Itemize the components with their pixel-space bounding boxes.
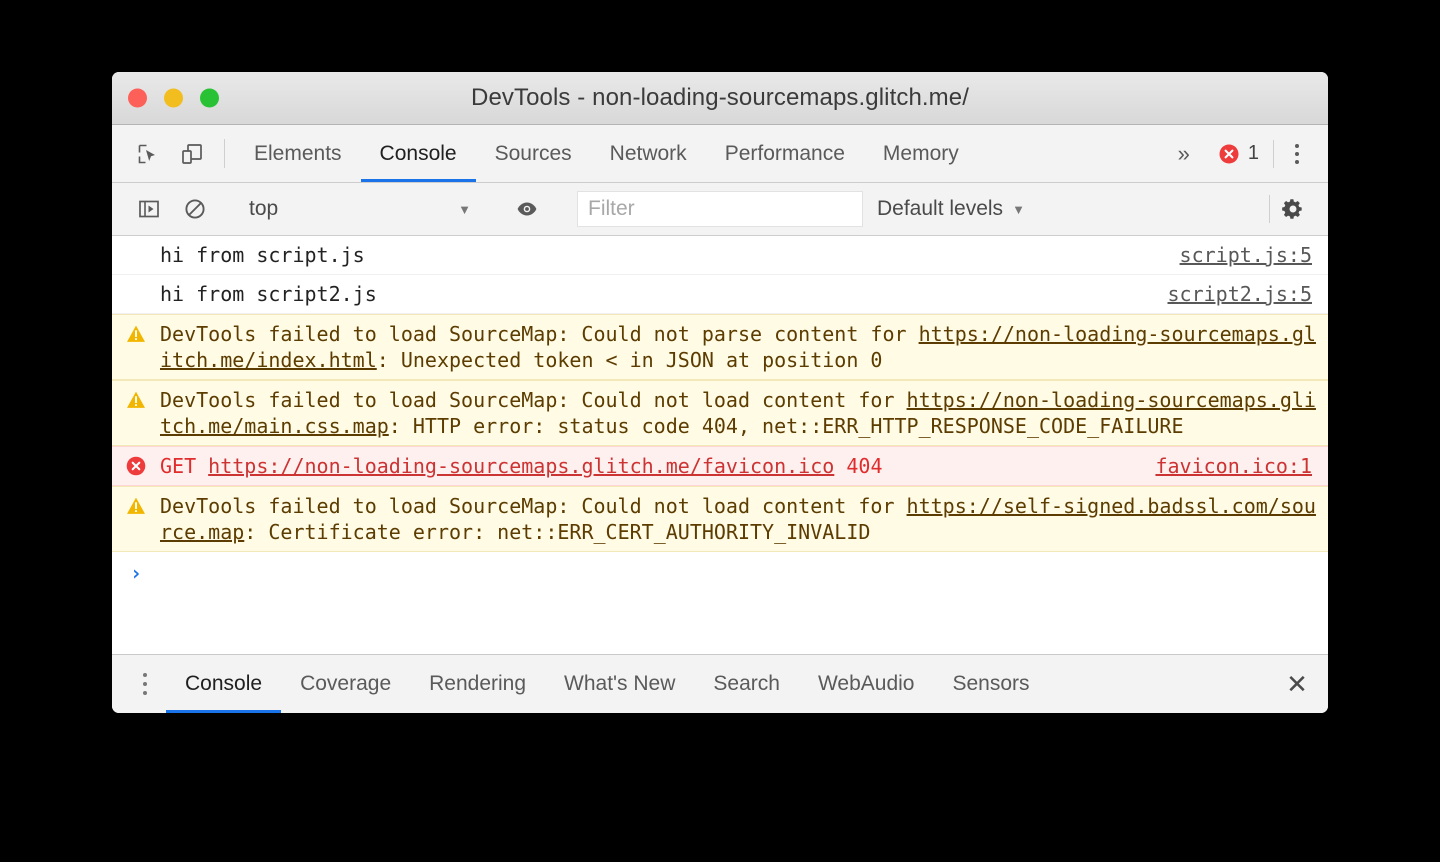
warning-icon xyxy=(125,495,147,517)
panel-tab-bar: Elements Console Sources Network Perform… xyxy=(112,125,1328,183)
drawer-tab-search[interactable]: Search xyxy=(694,655,799,713)
drawer-tab-label: Coverage xyxy=(300,672,391,696)
window-title: DevTools - non-loading-sourcemaps.glitch… xyxy=(112,84,1328,112)
device-toolbar-icon[interactable] xyxy=(170,125,214,182)
drawer-tab-rendering[interactable]: Rendering xyxy=(410,655,545,713)
drawer-tab-label: Search xyxy=(713,672,780,696)
tab-performance[interactable]: Performance xyxy=(706,125,864,182)
drawer-tab-label: Console xyxy=(185,672,262,696)
toolbar-divider xyxy=(224,139,225,168)
console-message-log[interactable]: hi from script.js script.js:5 xyxy=(112,236,1328,275)
message-text-part: DevTools failed to load SourceMap: Could… xyxy=(160,388,907,412)
console-message-warning[interactable]: DevTools failed to load SourceMap: Could… xyxy=(112,486,1328,552)
log-level-label: Default levels xyxy=(877,197,1003,221)
message-text-part: DevTools failed to load SourceMap: Could… xyxy=(160,322,919,346)
drawer-tab-coverage[interactable]: Coverage xyxy=(281,655,410,713)
filter-placeholder: Filter xyxy=(588,197,635,221)
drawer-tab-webaudio[interactable]: WebAudio xyxy=(799,655,934,713)
console-message-warning[interactable]: DevTools failed to load SourceMap: Could… xyxy=(112,380,1328,446)
main-menu-icon[interactable] xyxy=(1274,144,1320,164)
console-sidebar-icon[interactable] xyxy=(126,197,172,221)
request-url[interactable]: https://non-loading-sourcemaps.glitch.me… xyxy=(208,454,834,478)
tab-label: Elements xyxy=(254,142,342,166)
log-level-selector[interactable]: Default levels ▼ xyxy=(877,197,1025,221)
request-method: GET xyxy=(160,454,196,478)
close-window-button[interactable] xyxy=(128,89,147,108)
clear-console-icon[interactable] xyxy=(172,197,218,221)
console-prompt-row[interactable]: › xyxy=(112,552,1328,594)
tab-label: Memory xyxy=(883,142,959,166)
console-toolbar-actions xyxy=(1269,195,1316,223)
message-text: DevTools failed to load SourceMap: Could… xyxy=(160,493,1328,545)
warning-icon xyxy=(125,389,147,411)
drawer-tab-bar: Console Coverage Rendering What's New Se… xyxy=(112,654,1328,713)
console-toolbar: top ▼ Filter Default levels ▼ xyxy=(112,183,1328,236)
panel-tabbar-actions: » 1 xyxy=(1164,125,1328,182)
tab-console[interactable]: Console xyxy=(361,125,476,182)
execution-context-selector[interactable]: top ▼ xyxy=(239,197,483,221)
message-icon-gutter xyxy=(112,281,160,283)
message-icon-gutter xyxy=(112,453,160,477)
message-text-part: : Certificate error: net::ERR_CERT_AUTHO… xyxy=(244,520,870,544)
tab-label: Sources xyxy=(495,142,572,166)
drawer-tab-whats-new[interactable]: What's New xyxy=(545,655,694,713)
message-text-part: DevTools failed to load SourceMap: Could… xyxy=(160,494,907,518)
message-icon-gutter xyxy=(112,493,160,517)
tab-network[interactable]: Network xyxy=(591,125,706,182)
drawer-menu-icon[interactable] xyxy=(124,655,166,713)
live-expression-icon[interactable] xyxy=(504,197,550,221)
close-drawer-icon[interactable]: ✕ xyxy=(1266,655,1328,713)
error-count-label: 1 xyxy=(1248,142,1259,165)
tab-elements[interactable]: Elements xyxy=(235,125,361,182)
console-message-log[interactable]: hi from script2.js script2.js:5 xyxy=(112,275,1328,314)
devtools-window: DevTools - non-loading-sourcemaps.glitch… xyxy=(112,72,1328,713)
drawer-tab-console[interactable]: Console xyxy=(166,655,281,713)
error-icon xyxy=(1218,143,1240,165)
minimize-window-button[interactable] xyxy=(164,89,183,108)
error-count-badge[interactable]: 1 xyxy=(1204,142,1273,165)
drawer-tab-sensors[interactable]: Sensors xyxy=(933,655,1048,713)
window-controls xyxy=(128,89,219,108)
tab-label: Performance xyxy=(725,142,845,166)
message-text: hi from script2.js xyxy=(160,281,1168,307)
tab-label: Network xyxy=(610,142,687,166)
console-message-list[interactable]: hi from script.js script.js:5 hi from sc… xyxy=(112,236,1328,654)
error-icon xyxy=(125,455,147,477)
status-code: 404 xyxy=(846,454,882,478)
title-bar: DevTools - non-loading-sourcemaps.glitch… xyxy=(112,72,1328,125)
message-text: hi from script.js xyxy=(160,242,1180,268)
drawer-tab-label: Sensors xyxy=(952,672,1029,696)
drawer-tab-label: Rendering xyxy=(429,672,526,696)
message-text-part: : HTTP error: status code 404, net::ERR_… xyxy=(389,414,1184,438)
panel-tabs: Elements Console Sources Network Perform… xyxy=(235,125,978,182)
chevron-down-icon: ▼ xyxy=(1012,202,1025,217)
zoom-window-button[interactable] xyxy=(200,89,219,108)
drawer-tab-label: What's New xyxy=(564,672,675,696)
message-icon-gutter xyxy=(112,242,160,244)
inspect-element-icon[interactable] xyxy=(126,125,170,182)
execution-context-value: top xyxy=(249,197,278,221)
message-text: DevTools failed to load SourceMap: Could… xyxy=(160,321,1328,373)
tab-memory[interactable]: Memory xyxy=(864,125,978,182)
tab-sources[interactable]: Sources xyxy=(476,125,591,182)
prompt-caret-icon: › xyxy=(112,560,160,586)
more-tabs-icon[interactable]: » xyxy=(1164,143,1204,165)
console-message-warning[interactable]: DevTools failed to load SourceMap: Could… xyxy=(112,314,1328,380)
source-link[interactable]: favicon.ico:1 xyxy=(1155,453,1328,479)
settings-gear-icon[interactable] xyxy=(1270,196,1316,222)
message-text: GET https://non-loading-sourcemaps.glitc… xyxy=(160,453,1155,479)
message-icon-gutter xyxy=(112,321,160,345)
message-icon-gutter xyxy=(112,387,160,411)
tab-label: Console xyxy=(380,142,457,166)
filter-input[interactable]: Filter xyxy=(577,191,863,227)
console-prompt-input[interactable] xyxy=(160,560,1328,584)
source-link[interactable]: script.js:5 xyxy=(1180,242,1328,268)
message-text: DevTools failed to load SourceMap: Could… xyxy=(160,387,1328,439)
chevron-down-icon: ▼ xyxy=(458,202,471,217)
console-message-error[interactable]: GET https://non-loading-sourcemaps.glitc… xyxy=(112,446,1328,486)
source-link[interactable]: script2.js:5 xyxy=(1168,281,1329,307)
warning-icon xyxy=(125,323,147,345)
message-text-part: : Unexpected token < in JSON at position… xyxy=(377,348,883,372)
drawer-tab-label: WebAudio xyxy=(818,672,915,696)
